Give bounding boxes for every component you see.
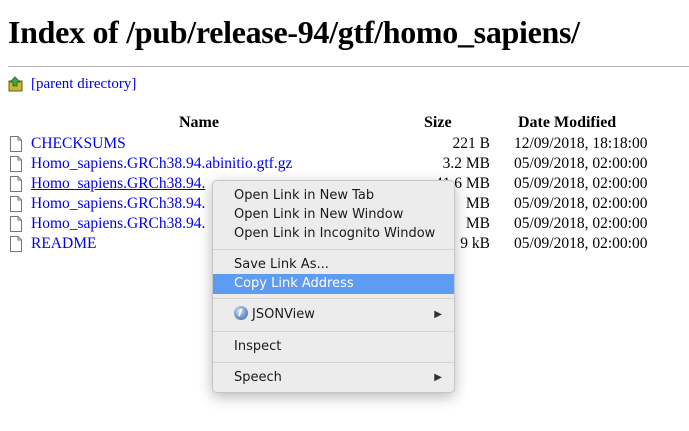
menu-item-jsonview-label: JSONView bbox=[252, 307, 315, 322]
menu-item-speech[interactable]: Speech ▶ bbox=[213, 368, 454, 388]
file-link[interactable]: Homo_sapiens.GRCh38.94. bbox=[31, 214, 205, 234]
file-link[interactable]: CHECKSUMS bbox=[31, 134, 126, 154]
menu-item-jsonview[interactable]: JSONView ▶ bbox=[213, 305, 454, 325]
menu-separator bbox=[213, 331, 454, 332]
table-row: CHECKSUMS 221 B 12/09/2018, 18:18:00 bbox=[8, 134, 668, 154]
menu-item-speech-label: Speech bbox=[234, 370, 282, 385]
menu-item-save-link-as[interactable]: Save Link As... bbox=[213, 255, 454, 275]
parent-directory-icon bbox=[8, 76, 23, 92]
file-size: MB bbox=[465, 195, 490, 212]
parent-directory-row: [parent directory] bbox=[8, 74, 136, 94]
menu-separator bbox=[213, 298, 454, 299]
file-link[interactable]: Homo_sapiens.GRCh38.94.abinitio.gtf.gz bbox=[31, 154, 292, 174]
menu-separator bbox=[213, 362, 454, 363]
page-title: Index of /pub/release-94/gtf/homo_sapien… bbox=[8, 14, 580, 50]
file-link[interactable]: Homo_sapiens.GRCh38.94. bbox=[31, 194, 205, 214]
menu-separator bbox=[213, 249, 454, 250]
column-header-size: Size bbox=[424, 114, 452, 131]
file-icon bbox=[10, 236, 22, 257]
column-header-name: Name bbox=[179, 114, 219, 131]
file-date: 05/09/2018, 02:00:00 bbox=[514, 195, 648, 212]
file-date: 05/09/2018, 02:00:00 bbox=[514, 175, 648, 192]
jsonview-icon bbox=[234, 306, 248, 320]
header-divider bbox=[8, 66, 689, 67]
table-row: Homo_sapiens.GRCh38.94.abinitio.gtf.gz 3… bbox=[8, 154, 668, 174]
menu-item-open-new-window[interactable]: Open Link in New Window bbox=[213, 205, 454, 225]
file-date: 05/09/2018, 02:00:00 bbox=[514, 235, 648, 252]
submenu-arrow-icon: ▶ bbox=[434, 372, 442, 383]
context-menu: Open Link in New Tab Open Link in New Wi… bbox=[212, 180, 455, 393]
column-header-date: Date Modified bbox=[518, 114, 617, 131]
file-date: 05/09/2018, 02:00:00 bbox=[514, 155, 648, 172]
file-size: 3.2 MB bbox=[442, 155, 490, 172]
file-size: MB bbox=[465, 215, 490, 232]
menu-item-copy-link-address[interactable]: Copy Link Address bbox=[213, 274, 454, 294]
file-date: 12/09/2018, 18:18:00 bbox=[514, 135, 648, 152]
menu-item-inspect[interactable]: Inspect bbox=[213, 337, 454, 357]
file-size: 9 kB bbox=[460, 235, 490, 252]
menu-item-open-new-tab[interactable]: Open Link in New Tab bbox=[213, 186, 454, 206]
file-link[interactable]: Homo_sapiens.GRCh38.94. bbox=[31, 174, 205, 194]
submenu-arrow-icon: ▶ bbox=[434, 309, 442, 320]
file-link[interactable]: README bbox=[31, 234, 96, 254]
parent-directory-link[interactable]: [parent directory] bbox=[31, 76, 136, 93]
file-size: 221 B bbox=[452, 135, 490, 152]
menu-item-open-incognito[interactable]: Open Link in Incognito Window bbox=[213, 224, 454, 244]
file-date: 05/09/2018, 02:00:00 bbox=[514, 215, 648, 232]
